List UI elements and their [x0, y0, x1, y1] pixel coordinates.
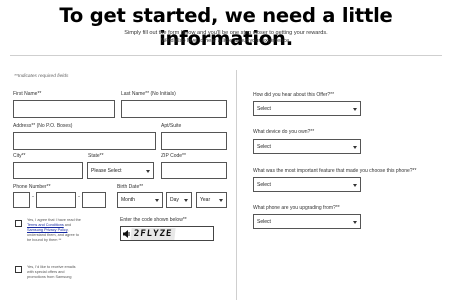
- q3-label: What was the most important feature that…: [253, 168, 417, 174]
- zip-code-label: ZIP Code**: [161, 153, 186, 159]
- terms-consent-and: and: [64, 223, 72, 228]
- terms-consent-prefix: Yes, I agree that I have read the: [27, 218, 81, 222]
- q3-select-value: Select: [257, 181, 271, 188]
- phone-prefix-input[interactable]: [36, 192, 76, 208]
- email-optin-text: Yes, I'd like to receive emails with spe…: [27, 265, 76, 280]
- city-input[interactable]: [13, 162, 83, 179]
- chevron-down-icon: [146, 169, 150, 173]
- q4-select-value: Select: [257, 218, 271, 225]
- birth-month-value: Month: [121, 197, 135, 203]
- chevron-down-icon: [353, 183, 357, 187]
- q3-select[interactable]: Select: [253, 177, 361, 192]
- phone-area-code-input[interactable]: [13, 192, 30, 208]
- privacy-policy-link[interactable]: Samsung Privacy Policy: [27, 228, 67, 232]
- q1-select-value: Select: [257, 105, 271, 112]
- terms-and-conditions-link[interactable]: Terms and Conditions: [27, 223, 64, 227]
- required-fields-note: **Indicates required fields: [14, 74, 69, 79]
- column-divider: [236, 70, 237, 300]
- chevron-down-icon: [353, 220, 357, 224]
- state-label: State**: [88, 153, 104, 159]
- phone-separator: -: [32, 194, 34, 200]
- last-name-label: Last Name** (No Initials): [121, 91, 176, 97]
- birth-date-label: Birth Date**: [117, 184, 144, 190]
- apt-suite-label: Apt/Suite: [161, 123, 182, 129]
- chevron-down-icon: [155, 199, 159, 202]
- email-optin-checkbox[interactable]: [15, 266, 22, 273]
- zip-code-input[interactable]: [161, 162, 227, 179]
- captcha-label: Enter the code shown below**: [120, 217, 187, 223]
- last-name-input[interactable]: [121, 100, 227, 118]
- speaker-icon[interactable]: [123, 230, 130, 238]
- phone-number-label: Phone Number**: [13, 184, 51, 190]
- first-name-label: First Name**: [13, 91, 42, 97]
- address-input[interactable]: [13, 132, 156, 150]
- phone-separator: -: [78, 194, 80, 200]
- address-label: Address** (No P.O. Boxes): [13, 123, 73, 129]
- birth-month-select[interactable]: Month: [117, 192, 163, 208]
- chevron-down-icon: [184, 199, 188, 202]
- chevron-down-icon: [353, 107, 357, 111]
- birth-day-value: Day: [170, 197, 179, 203]
- phone-line-number-input[interactable]: [82, 192, 106, 208]
- q1-label: How did you hear about this Offer?**: [253, 92, 335, 98]
- first-name-input[interactable]: [13, 100, 115, 118]
- birth-year-select[interactable]: Year: [196, 192, 227, 208]
- birth-year-value: Year: [200, 197, 211, 203]
- captcha-image: 2FLYZE: [130, 228, 176, 240]
- city-label: City**: [13, 153, 26, 159]
- apt-suite-input[interactable]: [161, 132, 227, 150]
- chevron-down-icon: [353, 145, 357, 149]
- q2-select[interactable]: Select: [253, 139, 361, 154]
- terms-consent-text: Yes, I agree that I have read the Terms …: [27, 218, 81, 243]
- terms-consent-checkbox[interactable]: [15, 220, 22, 227]
- captcha-input[interactable]: 2FLYZE: [120, 226, 214, 241]
- q4-label: What phone are you upgrading from?**: [253, 205, 340, 211]
- q4-select[interactable]: Select: [253, 214, 361, 229]
- page-subtitle-line-2: We'd also love to hear a little about yo…: [161, 38, 291, 44]
- chevron-down-icon: [219, 199, 223, 202]
- header-divider: [10, 55, 442, 56]
- state-select[interactable]: Please Select: [87, 162, 154, 179]
- state-select-value: Please Select: [91, 167, 122, 174]
- page-subtitle-line-1: Simply fill out the form below and you'l…: [124, 30, 328, 36]
- q2-label: What device do you own?**: [253, 129, 315, 135]
- birth-day-select[interactable]: Day: [166, 192, 192, 208]
- q2-select-value: Select: [257, 143, 271, 150]
- q1-select[interactable]: Select: [253, 101, 361, 116]
